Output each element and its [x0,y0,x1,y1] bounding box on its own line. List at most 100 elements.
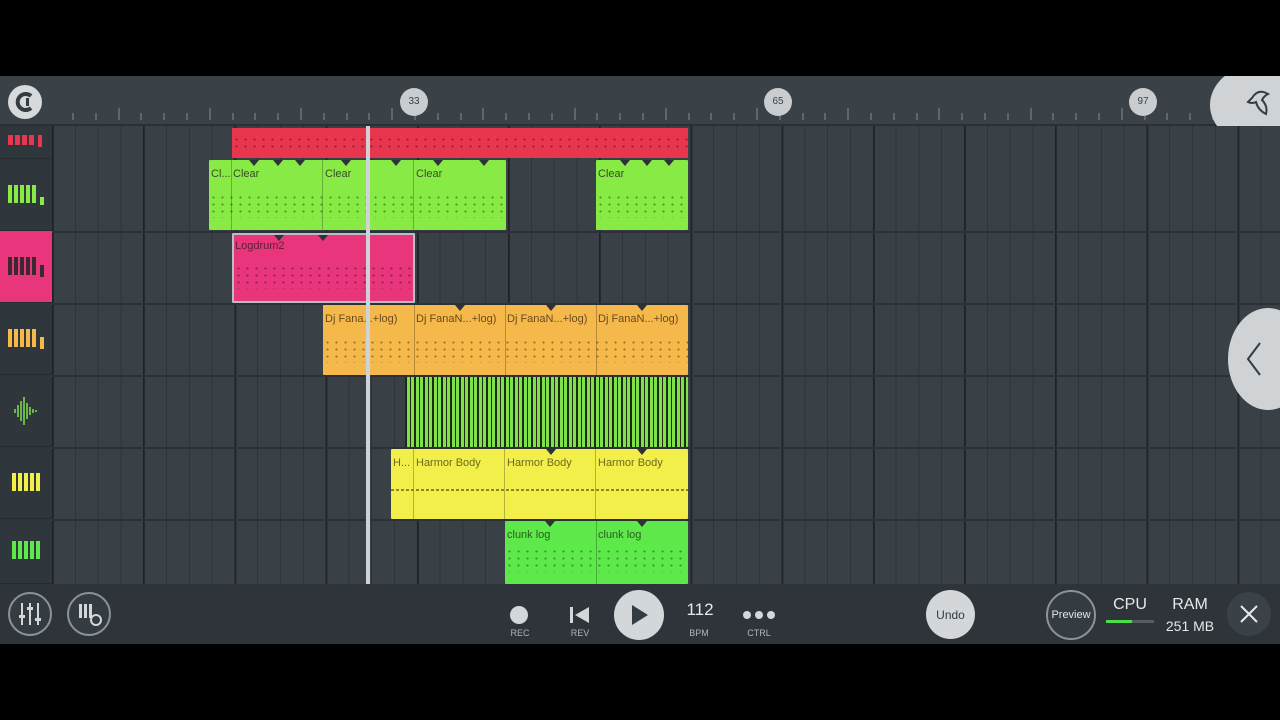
snap-magnet-button[interactable] [8,85,42,119]
ram-value: 251 MB [1165,618,1215,634]
ruler-tick [756,108,758,120]
piano-roll-icon [8,256,44,277]
magnet-icon [15,92,33,112]
ruler-tick [573,108,576,120]
ruler-tick [1120,108,1123,120]
clip-track7[interactable]: clunk log clunk log [505,521,688,584]
clip-label: Logdrum2 [235,240,285,252]
clip-label: clunk log [507,529,551,541]
piano-roll-icon [8,184,44,205]
clip-track3-selected[interactable]: Logdrum2 [232,233,415,303]
ruler-tick [1029,108,1032,120]
play-button[interactable] [614,590,664,640]
ruler-tick [961,113,964,120]
cpu-meter-fill [1106,620,1133,623]
ram-label: RAM [1172,596,1208,613]
ruler-tick [505,113,508,120]
clip-label: Clear [233,168,260,180]
ruler-tick [984,113,986,120]
fl-studio-playlist: 33 65 97 Cl... Clear Clear Clear Clear L… [0,76,1280,644]
ruler-tick [528,113,530,120]
mixer-icon [19,603,41,625]
ruler-tick [368,113,371,120]
ctrl-button[interactable] [742,608,776,620]
bar-marker-97[interactable]: 97 [1129,88,1157,116]
track-header-4[interactable] [0,303,52,375]
mixer-button[interactable] [8,592,52,636]
clip-track2-a[interactable]: Cl... Clear Clear Clear [209,160,506,230]
clip-label: Dj FanaN...+log) [598,313,679,325]
channel-settings-icon [79,604,102,626]
clip-label: Harmor Body [416,457,481,469]
clip-label: clunk log [598,529,642,541]
bottom-toolbar: REC REV 112 BPM CTRL Undo Preview CPU RA… [0,584,1280,644]
clip-track4[interactable]: Dj Fana...+log) Dj FanaN...+log) Dj Fana… [323,305,688,375]
clip-label: Clear [325,168,352,180]
piano-roll-icon [8,328,44,349]
ruler-tick [915,113,918,120]
clip-label: Cl... [211,168,231,180]
clip-track1[interactable] [232,128,688,158]
clip-label: Clear [416,168,443,180]
rec-label: REC [510,628,530,638]
track-header-5[interactable] [0,375,52,447]
track-headers [0,126,52,584]
bar-marker-65[interactable]: 65 [764,88,792,116]
ruler-tick [300,108,302,120]
ruler-tick [1075,113,1078,120]
ruler-tick [391,108,394,120]
ruler-tick [459,113,462,120]
ruler-tick [619,113,622,120]
ruler-tick [596,113,599,120]
bar-marker-33[interactable]: 33 [400,88,428,116]
ruler-tick [824,113,827,120]
ruler-tick [642,113,644,120]
ruler-tick [1166,113,1169,120]
ruler-tick [140,113,143,120]
record-button[interactable] [510,606,528,624]
track-header-1[interactable] [0,126,52,159]
piano-roll-icon [12,541,40,559]
ruler-tick [664,108,667,120]
undo-button[interactable]: Undo [926,590,975,639]
track-header-7[interactable] [0,519,52,584]
ruler-tick [892,113,895,120]
piano-roll-icon [12,472,40,491]
ruler-tick [163,113,166,120]
tempo-value[interactable]: 112 [675,600,725,620]
clip-track2-b[interactable]: Clear [596,160,688,230]
fruit-logo-icon [1246,90,1271,116]
ruler-tick [231,113,234,120]
chevron-left-icon [1246,342,1261,376]
rev-label: REV [570,628,590,638]
ruler-tick [436,113,439,120]
ruler-tick [1006,113,1009,120]
playhead[interactable] [366,126,370,584]
rewind-button[interactable] [568,606,592,624]
clip-track5-audio[interactable] [405,377,688,447]
clip-label: H... [393,457,411,469]
piano-roll-icon [8,135,42,147]
ruler-tick [847,108,850,120]
track-header-6[interactable] [0,447,52,519]
close-button[interactable] [1227,592,1271,636]
ruler-tick [801,113,804,120]
clip-label: Dj FanaN...+log) [416,313,497,325]
ruler-tick [550,113,553,120]
clip-label: Harmor Body [507,457,572,469]
track-header-3[interactable] [0,231,52,303]
timeline-ruler[interactable]: 33 65 97 [0,76,1280,144]
preview-button[interactable]: Preview [1046,590,1096,640]
ruler-tick [72,113,74,120]
clip-track6[interactable]: H... Harmor Body Harmor Body Harmor Body [391,449,688,519]
ruler-tick [938,108,941,120]
play-icon [632,605,648,625]
ruler-tick [733,113,736,120]
channel-settings-button[interactable] [67,592,111,636]
cpu-meter [1106,620,1154,623]
clip-label: Harmor Body [598,457,663,469]
close-icon [1240,605,1258,623]
clip-label: Clear [598,168,625,180]
track-header-2[interactable] [0,159,52,231]
ruler-tick [710,113,713,120]
